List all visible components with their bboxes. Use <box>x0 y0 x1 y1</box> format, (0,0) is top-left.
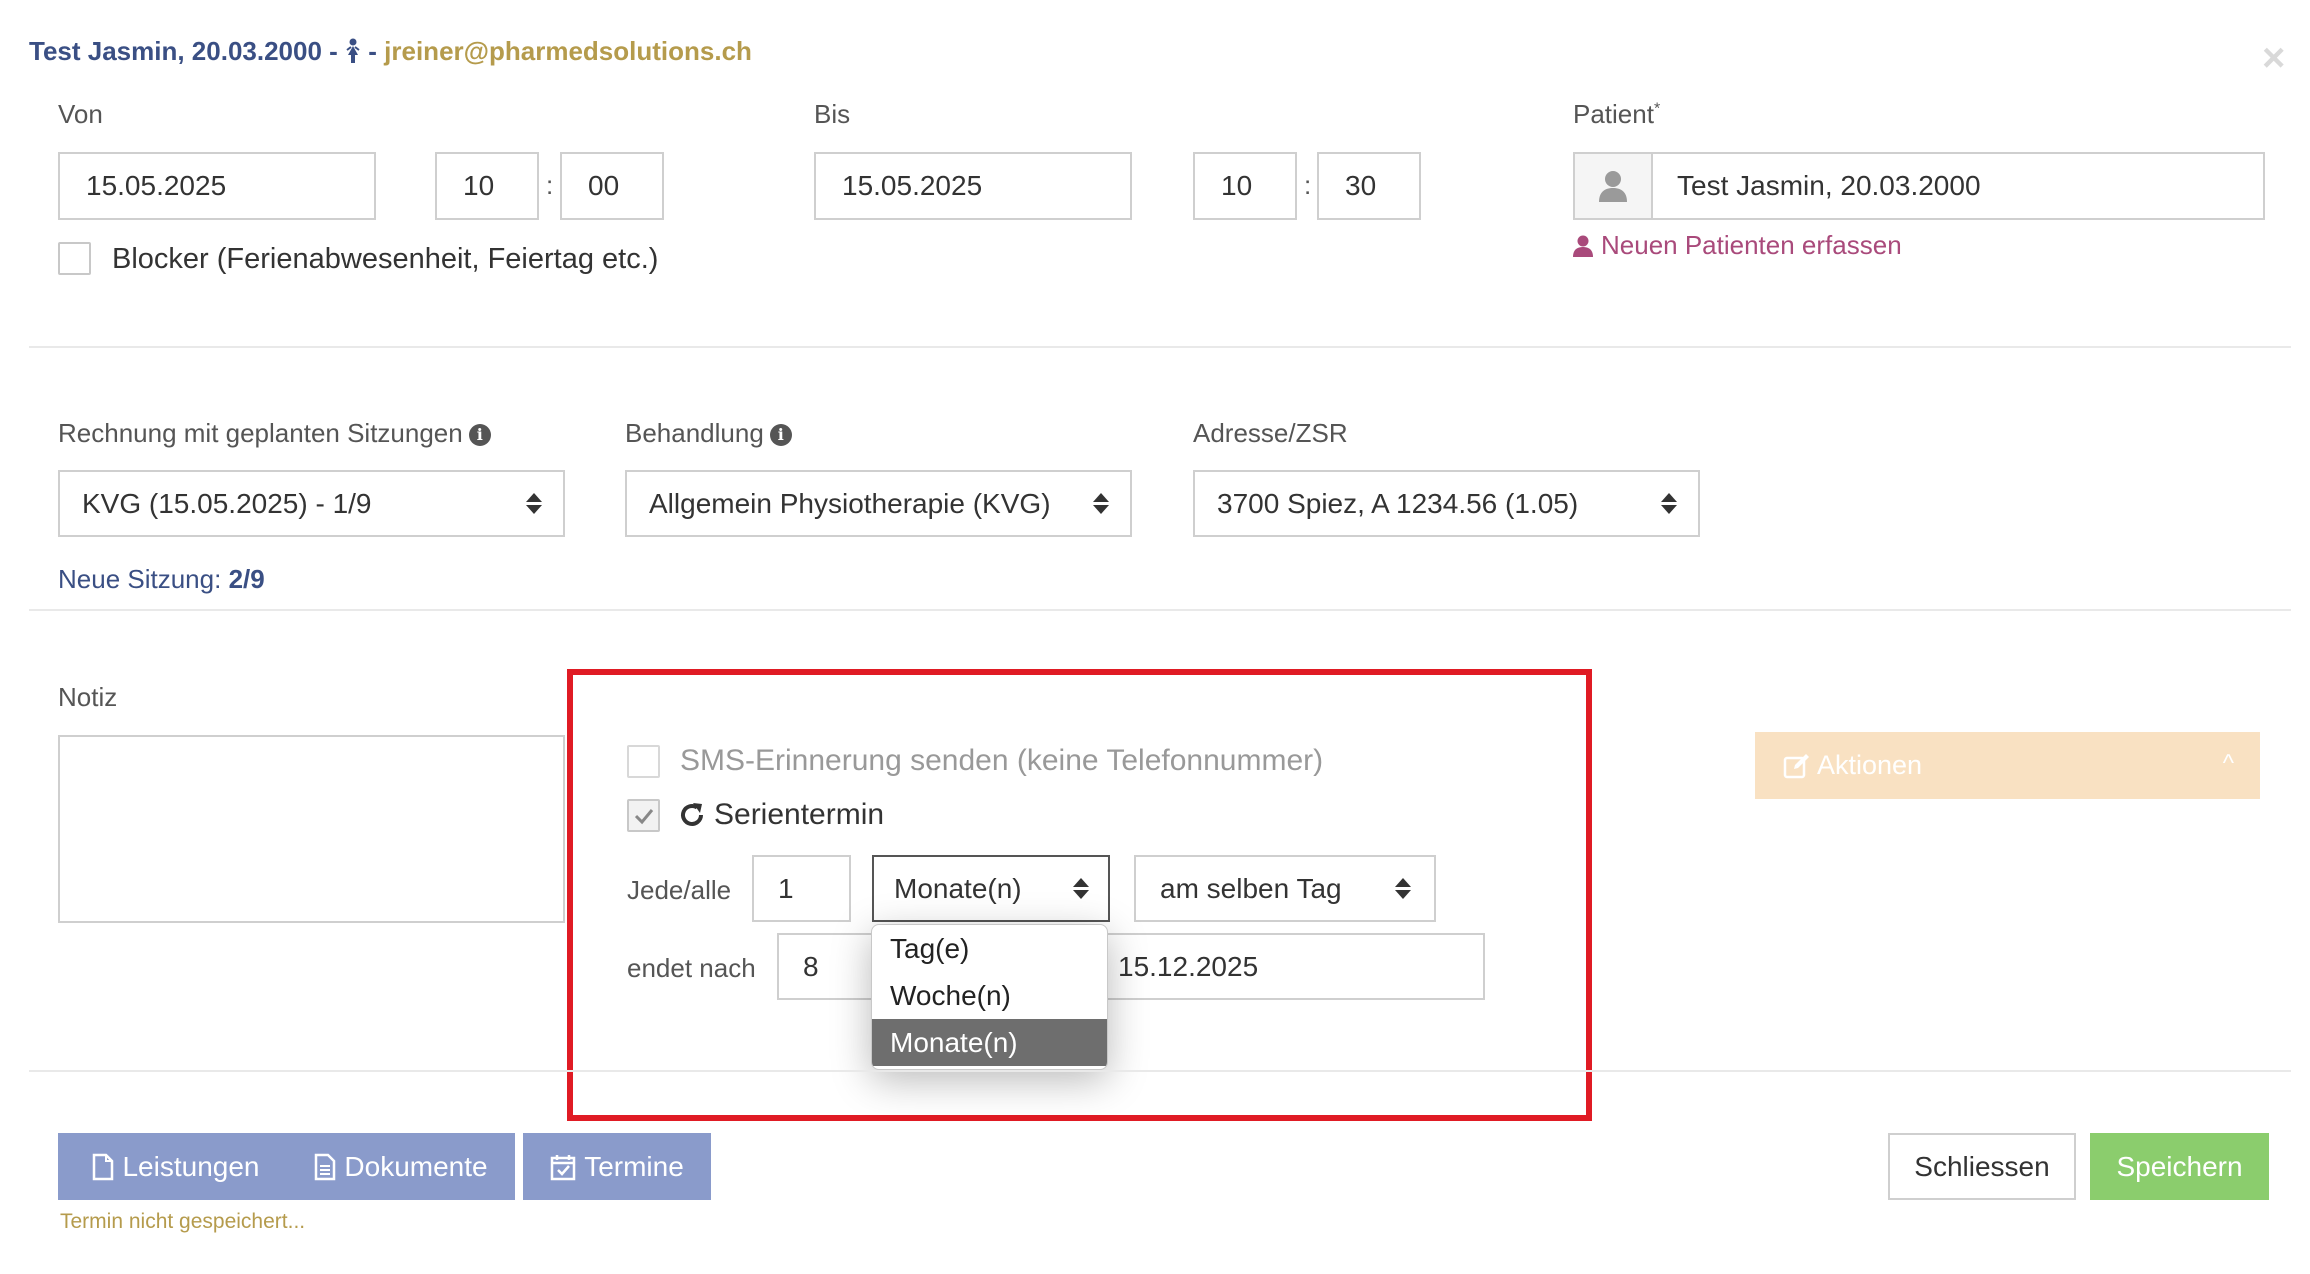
notiz-textarea[interactable] <box>58 735 565 923</box>
blocker-label: Blocker (Ferienabwesenheit, Feiertag etc… <box>112 243 659 275</box>
person-icon <box>1573 152 1653 220</box>
leistungen-button[interactable]: Leistungen <box>58 1133 294 1200</box>
chevron-up-icon: ^ <box>2222 750 2234 777</box>
time-colon: : <box>1304 170 1312 200</box>
von-hour-input[interactable]: 10 <box>435 152 539 220</box>
blocker-checkbox[interactable] <box>58 242 91 275</box>
divider <box>29 609 2291 611</box>
speichern-button[interactable]: Speichern <box>2090 1133 2269 1200</box>
sort-icon <box>1395 878 1411 899</box>
behandlung-label: Behandlung i <box>625 418 792 449</box>
sms-label: SMS-Erinnerung senden (keine Telefonnumm… <box>680 744 1324 777</box>
von-minute-input[interactable]: 00 <box>560 152 664 220</box>
sort-icon <box>1073 878 1089 899</box>
document-icon <box>315 1153 336 1180</box>
bis-minute-input[interactable]: 30 <box>1317 152 1421 220</box>
new-patient-link[interactable]: Neuen Patienten erfassen <box>1573 230 1902 261</box>
user-icon <box>1573 235 1593 257</box>
day-option-select[interactable]: am selben Tag <box>1134 855 1436 922</box>
adresse-select[interactable]: 3700 Spiez, A 1234.56 (1.05) <box>1193 470 1700 537</box>
aktionen-button[interactable]: Aktionen ^ <box>1755 732 2260 799</box>
dokumente-button[interactable]: Dokumente <box>287 1133 515 1200</box>
jede-label: Jede/alle <box>627 875 732 905</box>
unit-option-wochen[interactable]: Woche(n) <box>872 972 1107 1019</box>
sms-checkbox[interactable] <box>627 745 660 778</box>
info-icon: i <box>468 424 491 447</box>
unit-dropdown-menu: Tag(e) Woche(n) Monate(n) <box>871 924 1108 1070</box>
termine-button[interactable]: Termine <box>523 1133 711 1200</box>
rechnung-label: Rechnung mit geplanten Sitzungen i <box>58 418 491 449</box>
rechnung-select[interactable]: KVG (15.05.2025) - 1/9 <box>58 470 565 537</box>
behandlung-select[interactable]: Allgemein Physiotherapie (KVG) <box>625 470 1132 537</box>
info-icon: i <box>769 424 792 447</box>
patient-label: Patient* <box>1573 99 1661 129</box>
required-mark: * <box>1653 100 1661 118</box>
serie-checkbox[interactable] <box>627 799 660 832</box>
von-label: Von <box>58 99 103 129</box>
notiz-label: Notiz <box>58 682 118 712</box>
unit-select[interactable]: Monate(n) <box>872 855 1110 922</box>
check-icon <box>634 808 653 824</box>
time-colon: : <box>546 170 554 200</box>
header-patient: Test Jasmin, 20.03.2000 <box>29 36 322 66</box>
interval-input[interactable]: 1 <box>752 855 851 922</box>
sort-icon <box>1661 493 1677 514</box>
divider <box>29 346 2291 348</box>
patient-input[interactable]: Test Jasmin, 20.03.2000 <box>1651 152 2265 220</box>
unit-option-tage[interactable]: Tag(e) <box>872 925 1107 972</box>
von-date-input[interactable]: 15.05.2025 <box>58 152 376 220</box>
sort-icon <box>526 493 542 514</box>
refresh-icon <box>681 803 703 826</box>
unit-option-monate[interactable]: Monate(n) <box>872 1019 1107 1066</box>
close-icon[interactable]: × <box>2262 38 2285 78</box>
file-icon <box>93 1153 114 1180</box>
adresse-label: Adresse/ZSR <box>1193 418 1348 448</box>
schliessen-button[interactable]: Schliessen <box>1888 1133 2076 1200</box>
serie-label: Serientermin <box>678 798 884 832</box>
female-icon <box>346 38 360 63</box>
calendar-check-icon <box>550 1154 576 1180</box>
edit-icon <box>1783 753 1809 778</box>
divider <box>29 1070 2291 1072</box>
sort-icon <box>1093 493 1109 514</box>
header-email: jreiner@pharmedsolutions.ch <box>384 36 752 66</box>
appointment-header: Test Jasmin, 20.03.2000 - - jreiner@phar… <box>29 36 752 66</box>
bis-label: Bis <box>814 99 851 129</box>
bis-hour-input[interactable]: 10 <box>1193 152 1297 220</box>
neue-sitzung: Neue Sitzung: 2/9 <box>58 564 265 594</box>
bis-date-input[interactable]: 15.05.2025 <box>814 152 1132 220</box>
endet-label: endet nach <box>627 953 756 983</box>
end-date-input[interactable]: 15.12.2025 <box>1100 933 1485 1000</box>
status-text: Termin nicht gespeichert... <box>60 1210 306 1233</box>
